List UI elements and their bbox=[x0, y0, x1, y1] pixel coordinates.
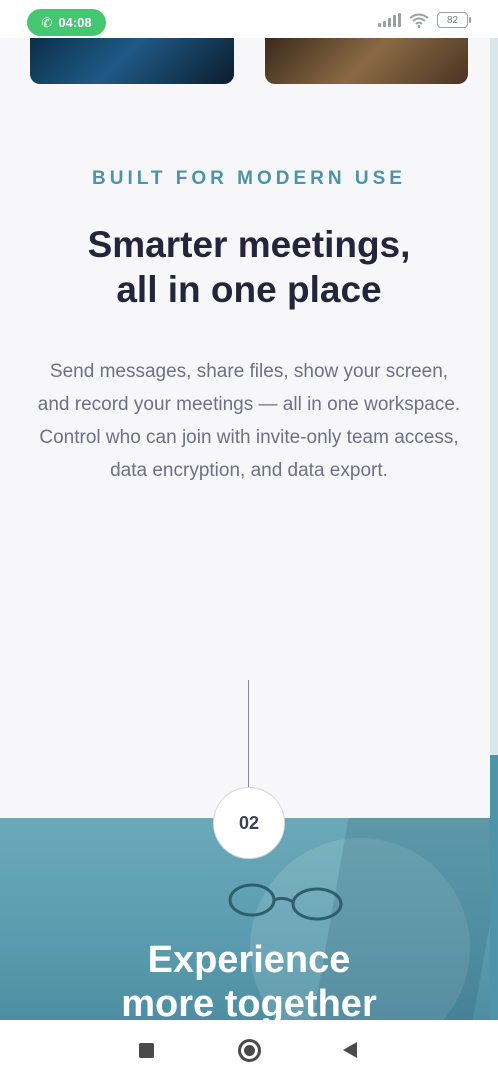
meeting-photo-left bbox=[30, 38, 234, 84]
call-time: 04:08 bbox=[58, 15, 92, 30]
hero-title-line-2: more together bbox=[121, 983, 377, 1020]
home-button[interactable] bbox=[237, 1038, 261, 1062]
battery-level: 82 bbox=[446, 14, 459, 26]
ongoing-call-pill[interactable]: ✆ 04:08 bbox=[27, 9, 106, 36]
phone-icon: ✆ bbox=[41, 14, 53, 30]
wifi-icon bbox=[409, 13, 429, 28]
scrollbar-thumb[interactable] bbox=[490, 755, 498, 1020]
section-body: Send messages, share files, show your sc… bbox=[37, 361, 461, 481]
recents-icon bbox=[138, 1042, 154, 1058]
step-number: 02 bbox=[238, 812, 260, 833]
hero-title: Experience more together bbox=[0, 938, 490, 1020]
section-headline: Smarter meetings, all in one place bbox=[20, 222, 478, 312]
hero-title-line-1: Experience bbox=[147, 939, 351, 981]
headline-line-1: Smarter meetings, bbox=[87, 224, 411, 265]
back-icon bbox=[343, 1042, 357, 1058]
status-bar: ✆ 04:08 82 bbox=[0, 0, 498, 38]
headline-line-2: all in one place bbox=[116, 269, 382, 310]
battery-icon: 82 bbox=[437, 12, 471, 28]
step-number-badge: 02 bbox=[213, 787, 285, 859]
section-eyebrow: BUILT FOR MODERN USE bbox=[92, 168, 406, 189]
recents-button[interactable] bbox=[134, 1038, 158, 1062]
home-icon bbox=[237, 1038, 261, 1062]
meeting-photo-right bbox=[265, 38, 468, 84]
step-connector-line bbox=[248, 680, 249, 790]
signal-icon bbox=[378, 13, 401, 27]
person-with-glasses-illustration bbox=[228, 883, 343, 921]
back-button[interactable] bbox=[338, 1038, 362, 1062]
